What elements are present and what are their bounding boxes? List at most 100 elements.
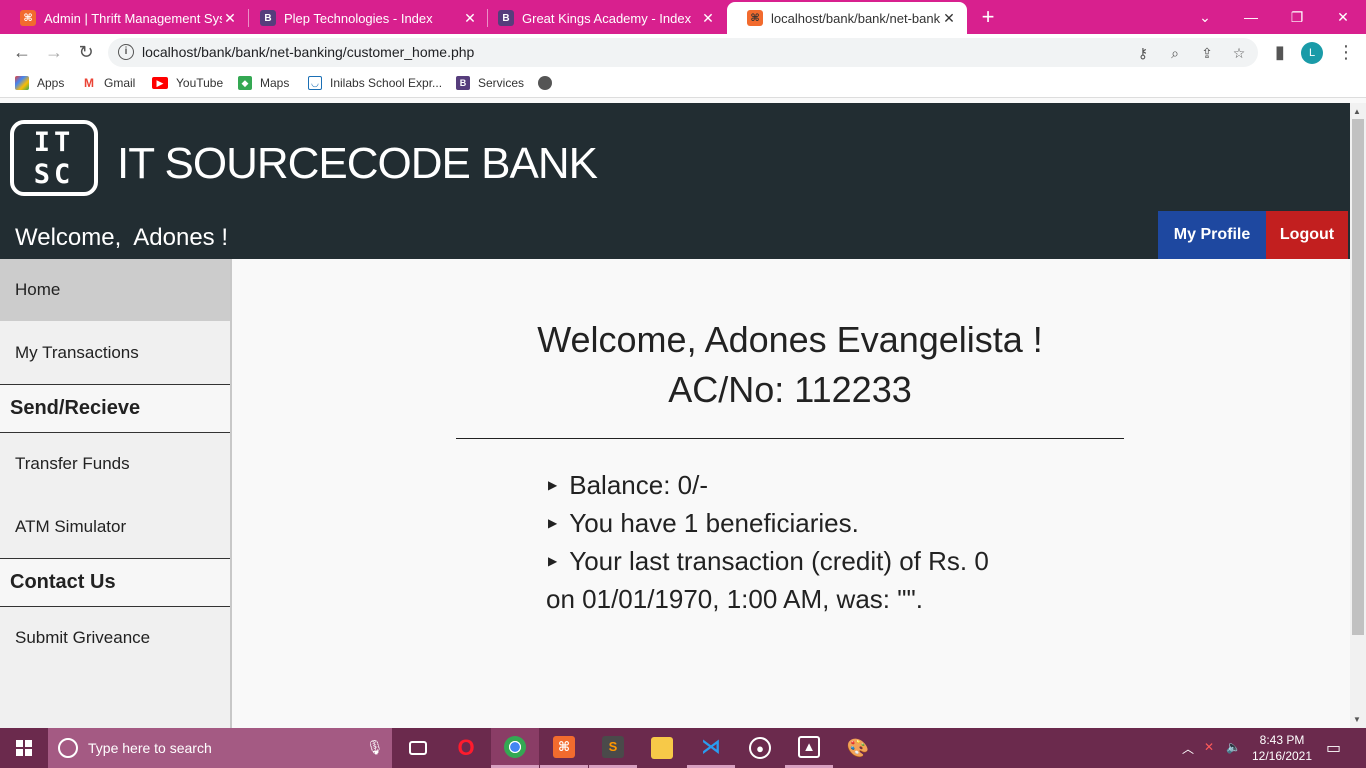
brand-name: IT SOURCECODE BANK [117, 139, 598, 188]
bullet-triangle-icon: ▶ [548, 478, 558, 492]
close-icon[interactable]: ✕ [222, 10, 238, 27]
logo-text-bottom: SC [33, 159, 75, 190]
restore-button[interactable]: ❐ [1274, 0, 1320, 34]
bookmark-label: Maps [260, 76, 290, 90]
globe-icon [538, 76, 552, 90]
task-view-icon[interactable] [394, 728, 442, 768]
profile-avatar[interactable]: L [1301, 42, 1323, 64]
bookmark-maps[interactable]: ◆ Maps [238, 76, 289, 90]
bookmark-label: Gmail [104, 76, 136, 90]
system-clock[interactable]: 8:43 PM 12/16/2021 [1244, 732, 1320, 764]
close-icon[interactable]: ✕ [462, 10, 478, 27]
address-bar[interactable]: i localhost/bank/bank/net-banking/custom… [108, 38, 1258, 67]
bookmark-star-icon[interactable]: ☆ [1230, 44, 1248, 62]
bookmark-services[interactable]: B Services [456, 76, 524, 90]
bookmark-label: Services [478, 76, 525, 90]
bookmark-youtube[interactable]: ▶ YouTube [152, 76, 223, 90]
my-profile-button[interactable]: My Profile [1158, 211, 1266, 259]
browser-tab[interactable]: B Great Kings Academy - Index ✕ [478, 2, 726, 34]
bookmark-gmail[interactable]: M Gmail [82, 76, 135, 90]
sidebar-item-atm-simulator[interactable]: ATM Simulator [0, 495, 230, 558]
brand-logo: IT SC [10, 120, 98, 196]
scroll-thumb[interactable] [1352, 119, 1364, 635]
sidebar-heading-send-receive: Send/Recieve [0, 384, 230, 433]
scroll-up-arrow-icon[interactable]: ▲ [1353, 107, 1361, 116]
reload-icon[interactable]: ↻ [74, 40, 98, 64]
web-page: IT SC IT SOURCECODE BANK Welcome, Adones… [0, 103, 1350, 728]
windows-taskbar: Type here to search 🎙 O ⌘ S ⋊ ● ▲ 🎨 ︿ ✕ … [0, 728, 1366, 768]
clock-date: 12/16/2021 [1251, 749, 1313, 763]
xampp-icon[interactable]: ⌘ [540, 728, 588, 768]
key-icon[interactable]: ⚷ [1134, 44, 1152, 62]
back-arrow-icon[interactable]: ← [10, 40, 34, 64]
sidebar-heading-contact: Contact Us [0, 558, 230, 607]
browser-tab[interactable]: B Plep Technologies - Index ✕ [240, 2, 488, 34]
windows-start-button[interactable] [0, 728, 48, 768]
tab-title: Great Kings Academy - Index [522, 10, 692, 26]
list-item: ▶ Balance: 0/- [546, 466, 1066, 504]
bookmark-apps[interactable]: Apps [15, 76, 64, 90]
share-icon[interactable]: ⇪ [1198, 44, 1216, 62]
chrome-icon[interactable] [491, 728, 539, 768]
site-info-icon[interactable]: i [118, 44, 134, 60]
browser-tab[interactable]: ⌘ Admin | Thrift Management Syste ✕ [0, 2, 248, 34]
bookmark-globe[interactable] [538, 76, 560, 90]
tab-title: Plep Technologies - Index [284, 10, 433, 26]
main-content: Welcome, Adones Evangelista ! AC/No: 112… [232, 259, 1350, 728]
last-transaction-text: Your last transaction (credit) of Rs. 0 [569, 546, 989, 576]
bookmark-label: YouTube [176, 76, 224, 90]
sidebar-item-submit-grievance[interactable]: Submit Griveance [0, 607, 230, 669]
vscode-icon[interactable]: ⋊ [687, 728, 735, 768]
shield-icon: ◡ [308, 76, 322, 90]
sublime-text-icon[interactable]: S [589, 728, 637, 768]
divider [456, 438, 1124, 439]
sidebar-item-transfer-funds[interactable]: Transfer Funds [0, 433, 230, 495]
close-icon[interactable]: ✕ [700, 10, 716, 27]
browser-toolbar: ← → ↻ i localhost/bank/bank/net-banking/… [0, 34, 1366, 70]
browser-tab-active[interactable]: ⌘ localhost/bank/bank/net-banking ✕ [727, 2, 967, 34]
search-placeholder[interactable]: Type here to search [88, 740, 212, 756]
volume-icon[interactable]: 🔈 [1226, 740, 1241, 754]
scroll-down-arrow-icon[interactable]: ▼ [1353, 715, 1361, 724]
close-window-button[interactable]: ✕ [1320, 0, 1366, 34]
sidebar: Home My Transactions Send/Recieve Transf… [0, 259, 232, 728]
bookmark-inilabs[interactable]: ◡ Inilabs School Expr... [308, 76, 442, 90]
new-tab-button[interactable]: + [976, 4, 1000, 30]
tab-title: localhost/bank/bank/net-banking [771, 10, 941, 26]
network-icon[interactable]: ✕ [1204, 740, 1214, 754]
account-number: AC/No: 112233 [668, 369, 912, 410]
page-scrollbar[interactable]: ▲ ▼ [1350, 103, 1366, 728]
menu-kebab-icon[interactable]: ⋮ [1334, 40, 1358, 64]
sidebar-item-home[interactable]: Home [0, 259, 230, 321]
bullet-triangle-icon: ▶ [548, 554, 558, 568]
welcome-greeting: Welcome, Adones Evangelista ! AC/No: 112… [232, 315, 1348, 415]
beneficiaries-text: You have 1 beneficiaries. [569, 508, 859, 538]
sidebar-item-transactions[interactable]: My Transactions [0, 321, 230, 385]
file-explorer-icon[interactable] [638, 728, 686, 768]
minimize-button[interactable]: — [1228, 0, 1274, 34]
zoom-icon[interactable]: ⌕ [1166, 44, 1184, 62]
forward-arrow-icon[interactable]: → [42, 40, 66, 64]
apps-grid-icon [15, 76, 29, 90]
gmail-icon: M [82, 76, 96, 90]
opera-icon[interactable]: O [442, 728, 490, 768]
logout-button[interactable]: Logout [1266, 211, 1348, 259]
microphone-icon[interactable]: 🎙 [366, 739, 384, 756]
account-summary-list: ▶ Balance: 0/- ▶ You have 1 beneficiarie… [546, 466, 1066, 618]
notification-icon[interactable]: ▭ [1326, 738, 1341, 758]
bootstrap-icon: B [498, 10, 514, 26]
paint-icon[interactable]: 🎨 [834, 728, 882, 768]
list-item: ▶ You have 1 beneficiaries. [546, 504, 1066, 542]
photos-icon[interactable]: ▲ [785, 728, 833, 768]
tab-search-icon[interactable]: ⌄ [1182, 0, 1228, 34]
taskbar-search[interactable]: Type here to search 🎙 [48, 728, 392, 768]
logo-text-top: IT [33, 127, 75, 158]
side-panel-icon[interactable]: ▮ [1268, 40, 1292, 64]
chevron-up-icon[interactable]: ︿ [1182, 740, 1194, 757]
obs-icon[interactable]: ● [736, 728, 784, 768]
close-icon[interactable]: ✕ [941, 10, 957, 27]
address-url[interactable]: localhost/bank/bank/net-banking/customer… [142, 44, 474, 60]
maps-icon: ◆ [238, 76, 252, 90]
bullet-triangle-icon: ▶ [548, 516, 558, 530]
xampp-icon: ⌘ [20, 10, 36, 26]
